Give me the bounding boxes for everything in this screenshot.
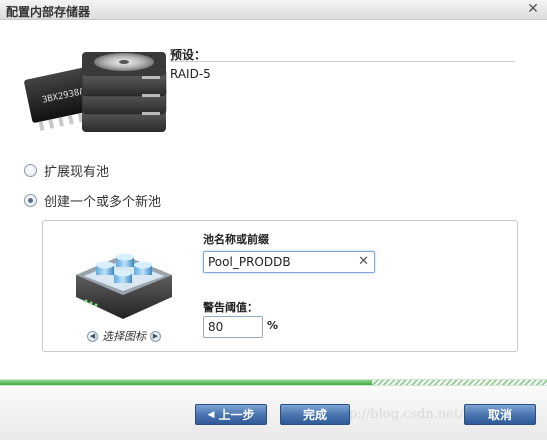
- option-create-new-pools[interactable]: 创建一个或多个新池: [24, 191, 161, 210]
- back-arrow-icon: ◀: [207, 409, 215, 420]
- dialog-footer: http://blog.csdn.net/ ◀ 上一步 完成 取消: [0, 387, 547, 440]
- previous-icon-button[interactable]: ◀: [87, 330, 98, 342]
- extend-pool-label: 扩展现有池: [44, 165, 110, 180]
- watermark-text: http://blog.csdn.net/: [330, 407, 464, 422]
- option-extend-existing-pool[interactable]: 扩展现有池: [24, 161, 109, 180]
- next-icon-button[interactable]: ▶: [150, 330, 161, 342]
- extend-pool-radio[interactable]: [24, 164, 37, 177]
- preset-divider: [170, 61, 515, 62]
- pool-name-input[interactable]: [204, 252, 354, 272]
- pool-name-label: 池名称或前缀: [203, 233, 269, 246]
- cancel-button[interactable]: 取消: [464, 404, 536, 425]
- pool-name-field[interactable]: ✕: [203, 251, 375, 273]
- dialog-title: 配置内部存储器: [6, 5, 91, 19]
- dialog-titlebar: 配置内部存储器 ✕: [0, 0, 547, 20]
- finish-button[interactable]: 完成: [280, 404, 350, 425]
- create-pool-radio[interactable]: [24, 194, 37, 207]
- back-button[interactable]: ◀ 上一步: [195, 404, 267, 425]
- create-pool-label: 创建一个或多个新池: [44, 195, 162, 210]
- icon-picker: ◀ 选择图标 ▶: [83, 328, 165, 344]
- close-icon[interactable]: ✕: [525, 1, 541, 17]
- finish-button-label: 完成: [302, 408, 327, 422]
- warning-threshold-label: 警告阈值：: [203, 301, 258, 314]
- cancel-button-label: 取消: [487, 408, 512, 422]
- back-button-label: 上一步: [218, 408, 255, 422]
- storage-pool-icon: [76, 253, 172, 319]
- wizard-progress-bar: [0, 379, 547, 386]
- storage-array-icon: 3BX2938A: [24, 52, 167, 132]
- threshold-unit: %: [267, 319, 279, 332]
- clear-icon[interactable]: ✕: [358, 254, 369, 269]
- warning-threshold-field[interactable]: [203, 316, 263, 338]
- new-pool-panel: ◀ 选择图标 ▶ 池名称或前缀 ✕ 警告阈值： %: [42, 220, 518, 352]
- preset-value: RAID-5: [170, 67, 211, 81]
- icon-picker-label: 选择图标: [102, 330, 146, 343]
- wizard-progress-fill: [0, 380, 372, 385]
- warning-threshold-input[interactable]: [204, 317, 260, 337]
